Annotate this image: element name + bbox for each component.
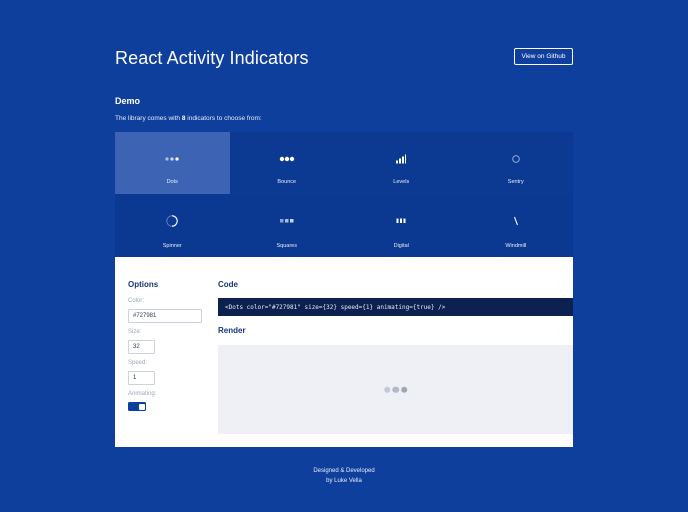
animating-toggle[interactable] bbox=[128, 402, 146, 411]
indicator-tile-dots[interactable]: Dots bbox=[115, 132, 230, 194]
render-dots-indicator bbox=[383, 386, 408, 393]
toggle-knob bbox=[138, 403, 145, 410]
site-title: React Activity Indicators bbox=[115, 48, 309, 68]
intro-prefix: The library comes with bbox=[115, 115, 182, 122]
indicator-tile-digital[interactable]: Digital bbox=[344, 194, 459, 257]
render-dot bbox=[392, 386, 399, 393]
indicator-label: Windmill bbox=[505, 243, 527, 249]
intro-text: The library comes with 8 indicators to c… bbox=[115, 115, 262, 122]
page-header: React Activity Indicators View on Github bbox=[115, 48, 573, 68]
spinner-icon bbox=[166, 215, 179, 228]
color-label: Color: bbox=[128, 298, 145, 304]
options-title: Options bbox=[128, 280, 159, 289]
render-dot bbox=[400, 386, 408, 393]
digital-icon bbox=[396, 218, 406, 224]
indicator-label: Squares bbox=[276, 243, 298, 249]
demo-heading: Demo bbox=[115, 96, 141, 106]
indicator-tile-spinner[interactable]: Spinner bbox=[115, 194, 230, 257]
indicator-grid: Dots Bounce Levels Sentry Spinner Square… bbox=[115, 132, 573, 257]
footer-line-1: Designed & Developed bbox=[313, 468, 375, 474]
indicator-label: Dots bbox=[166, 179, 178, 185]
indicator-tile-squares[interactable]: Squares bbox=[229, 194, 344, 257]
color-input[interactable]: #727981 bbox=[128, 309, 202, 323]
indicator-label: Levels bbox=[393, 179, 410, 185]
size-input[interactable]: 32 bbox=[128, 340, 155, 354]
render-dot bbox=[383, 386, 391, 393]
indicator-label: Sentry bbox=[507, 179, 524, 185]
footer-line-2: by Luke Vella bbox=[326, 478, 362, 484]
indicator-label: Digital bbox=[393, 243, 409, 249]
indicator-label: Bounce bbox=[277, 179, 297, 185]
code-snippet: <Dots color="#727981" size={32} speed={1… bbox=[218, 298, 573, 316]
bounce-icon bbox=[279, 156, 294, 162]
dots-icon bbox=[165, 157, 179, 162]
indicator-tile-bounce[interactable]: Bounce bbox=[230, 132, 345, 194]
windmill-icon bbox=[513, 216, 518, 226]
demo-panel: Options Color: #727981 Size: 32 Speed: 1… bbox=[115, 257, 573, 447]
animating-label: Animating: bbox=[128, 391, 157, 397]
code-title: Code bbox=[218, 280, 238, 289]
squares-icon bbox=[279, 219, 294, 223]
render-preview bbox=[218, 345, 573, 434]
render-title: Render bbox=[218, 326, 246, 335]
indicator-label: Spinner bbox=[162, 243, 182, 249]
sentry-icon bbox=[511, 155, 520, 164]
speed-label: Speed: bbox=[128, 360, 148, 366]
view-on-github-button[interactable]: View on Github bbox=[514, 48, 573, 65]
levels-icon bbox=[396, 154, 407, 164]
indicator-tile-sentry[interactable]: Sentry bbox=[459, 132, 574, 194]
page-footer: Designed & Developed by Luke Vella bbox=[0, 466, 688, 486]
size-label: Size: bbox=[128, 329, 142, 335]
indicator-tile-levels[interactable]: Levels bbox=[344, 132, 459, 194]
indicator-tile-windmill[interactable]: Windmill bbox=[458, 194, 573, 257]
intro-suffix: indicators to choose from: bbox=[185, 115, 262, 122]
speed-input[interactable]: 1 bbox=[128, 371, 155, 385]
